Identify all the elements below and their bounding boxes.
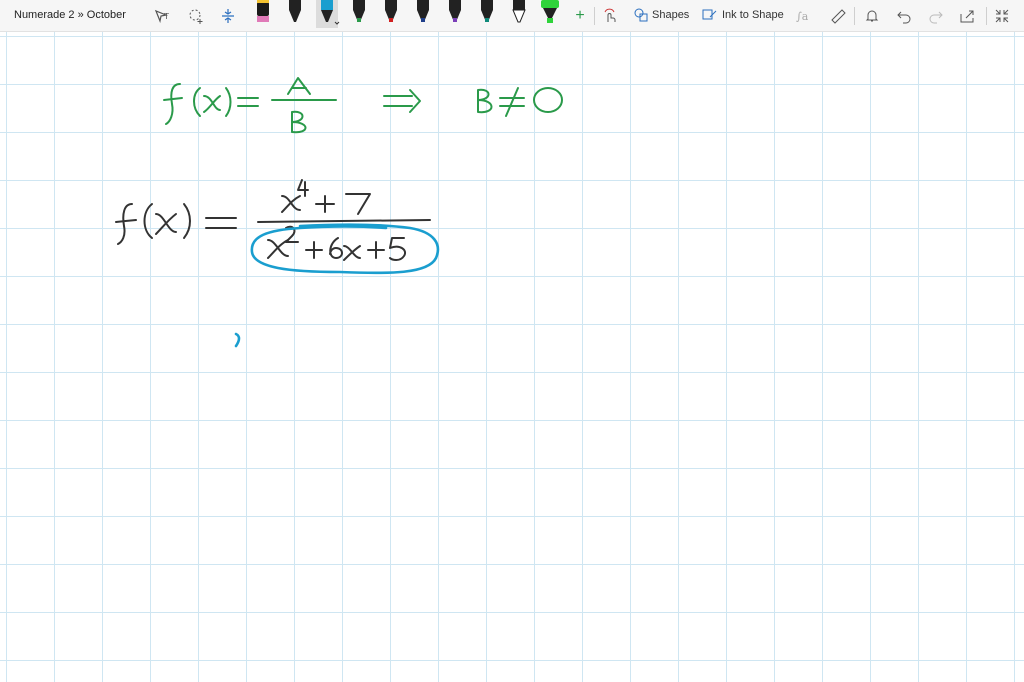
pen-black-pink[interactable] <box>252 0 274 28</box>
toolbar: Numerade 2 » October T + Shapes Ink to S… <box>0 0 1024 32</box>
pen-purple[interactable] <box>444 0 466 28</box>
divider <box>986 7 987 25</box>
ink-to-shape-label: Ink to Shape <box>722 9 784 21</box>
ink-to-math-icon[interactable]: ∫a <box>794 6 814 26</box>
pen-navy[interactable] <box>412 0 434 28</box>
pen-green[interactable] <box>348 0 370 28</box>
teal-ink-strokes <box>234 223 440 348</box>
handwritten-ink <box>115 77 563 348</box>
add-space-icon[interactable] <box>186 6 206 26</box>
ink-to-shape-button[interactable]: Ink to Shape <box>702 8 784 22</box>
redo-icon[interactable] <box>926 6 946 26</box>
touch-writing-icon[interactable] <box>600 6 620 26</box>
shapes-icon <box>634 8 648 22</box>
svg-text:T: T <box>163 12 169 21</box>
pen-red[interactable] <box>380 0 402 28</box>
add-pen-icon[interactable]: + <box>570 6 590 26</box>
share-icon[interactable] <box>958 6 978 26</box>
pen-teal-dark[interactable] <box>476 0 498 28</box>
shapes-label: Shapes <box>652 9 690 21</box>
pen-black[interactable] <box>284 0 306 28</box>
pen-black-2[interactable] <box>508 0 530 28</box>
highlighter-green[interactable] <box>538 0 560 28</box>
green-ink-strokes <box>163 77 563 134</box>
ruler-icon[interactable] <box>828 6 848 26</box>
divider <box>594 7 595 25</box>
pen-teal-selected[interactable] <box>316 0 340 28</box>
ink-to-shape-icon <box>702 9 717 20</box>
breadcrumb[interactable]: Numerade 2 » October <box>14 9 126 21</box>
insert-space-icon[interactable] <box>218 6 238 26</box>
notebook-canvas[interactable] <box>0 32 1024 682</box>
bell-icon[interactable] <box>862 6 882 26</box>
svg-text:∫a: ∫a <box>796 10 809 23</box>
fullscreen-icon[interactable] <box>992 6 1012 26</box>
dark-ink-strokes <box>115 179 431 261</box>
undo-icon[interactable] <box>894 6 914 26</box>
lasso-select-icon[interactable]: T <box>152 6 172 26</box>
shapes-button[interactable]: Shapes <box>634 8 689 22</box>
divider <box>854 7 855 25</box>
